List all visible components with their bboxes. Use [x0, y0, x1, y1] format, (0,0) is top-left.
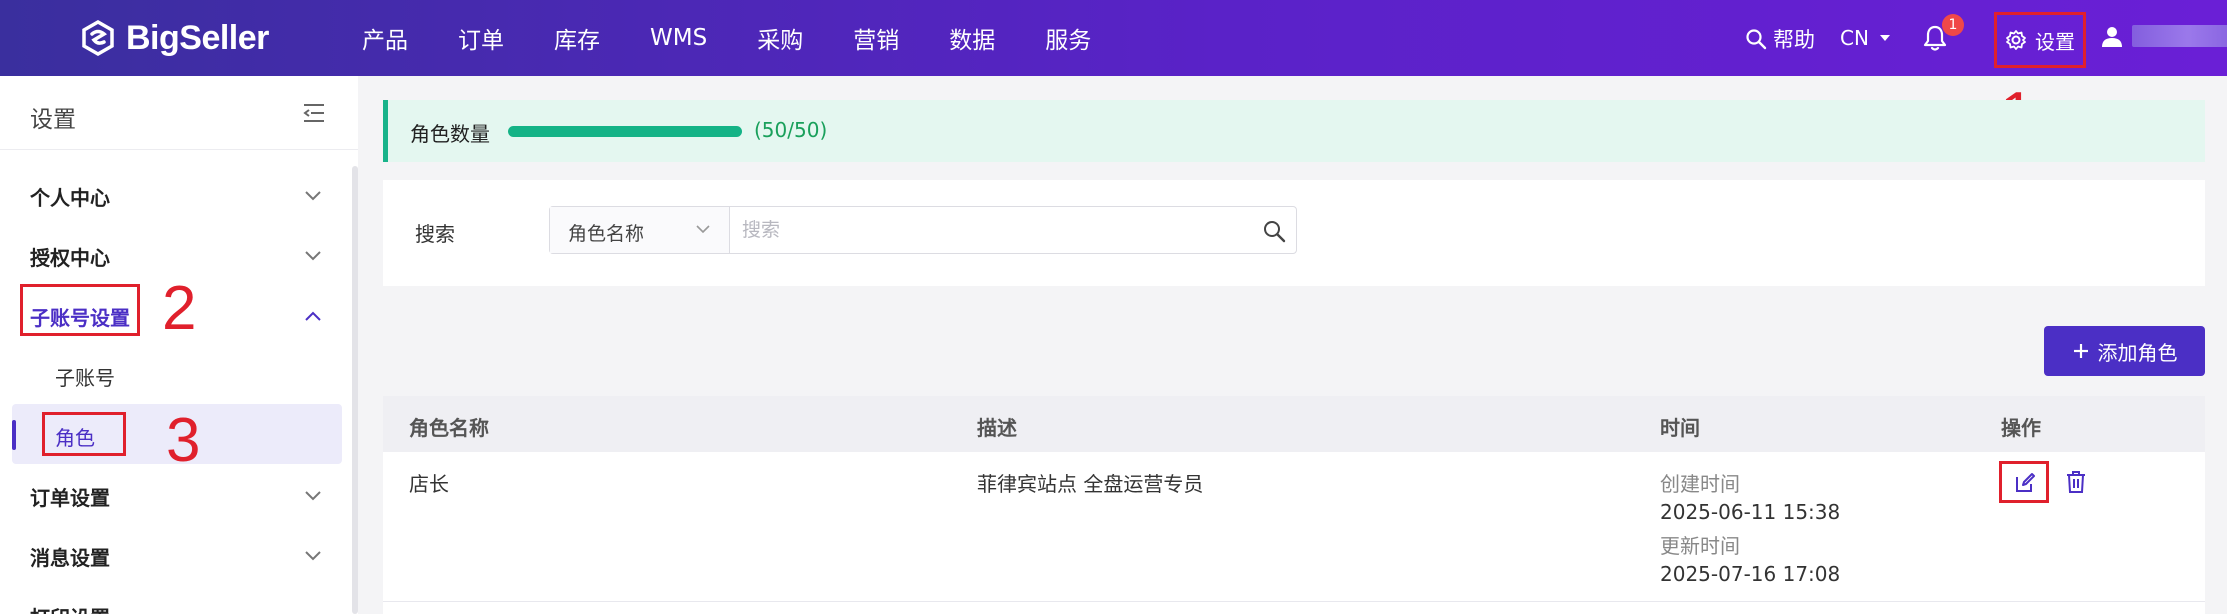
annotation-number-2: 2: [162, 274, 197, 343]
trash-icon[interactable]: [2065, 470, 2087, 494]
nav-services[interactable]: 服务: [1045, 21, 1091, 55]
quota-count: (50/50): [754, 118, 828, 142]
chevron-down-icon: [305, 191, 321, 201]
username-redacted: [2132, 25, 2227, 47]
quota-label: 角色数量: [410, 122, 490, 146]
settings-sidebar: 设置 个人中心 授权中心 子账号设置 2 子账号 角色 3 订单设置 消息设置 …: [0, 76, 358, 614]
nav-data[interactable]: 数据: [949, 21, 995, 55]
nav-wms[interactable]: WMS: [650, 25, 707, 51]
plus-icon: [2073, 344, 2088, 358]
nav-purchase[interactable]: 采购: [757, 21, 803, 55]
help-link[interactable]: 帮助: [1745, 24, 1815, 54]
nav-products[interactable]: 产品: [362, 21, 408, 55]
annotation-number-3: 3: [166, 406, 201, 475]
chevron-up-icon: [305, 311, 321, 321]
sidebar-item-order-settings[interactable]: 订单设置: [30, 482, 110, 511]
row-divider: [383, 601, 2205, 602]
column-header-actions: 操作: [2001, 416, 2041, 440]
bigseller-logo-icon: [82, 20, 114, 56]
settings-label: 设置: [2035, 29, 2075, 54]
chevron-down-icon: [305, 551, 321, 561]
nav-marketing[interactable]: 营销: [853, 21, 899, 55]
role-description-cell: 菲律宾站点 全盘运营专员: [977, 472, 1204, 496]
brand-name: BigSeller: [126, 18, 269, 57]
updated-time-label: 更新时间: [1660, 534, 1740, 558]
sidebar-item-personal-center[interactable]: 个人中心: [30, 182, 110, 211]
language-selector[interactable]: CN: [1840, 26, 1891, 50]
settings-button[interactable]: 设置: [1994, 12, 2086, 68]
edit-role-button[interactable]: [1999, 461, 2049, 503]
sidebar-item-message-settings[interactable]: 消息设置: [30, 542, 110, 571]
help-label: 帮助: [1773, 28, 1815, 52]
add-role-button[interactable]: 添加角色: [2044, 326, 2205, 376]
quota-progress-fill: [508, 126, 742, 137]
notification-badge: 1: [1942, 14, 1964, 36]
annotation-box-2: [20, 284, 140, 336]
created-time-label: 创建时间: [1660, 472, 1740, 496]
sidebar-divider: [0, 149, 358, 150]
nav-orders[interactable]: 订单: [458, 21, 504, 55]
language-label: CN: [1840, 26, 1869, 50]
top-navigation-bar: BigSeller 产品 订单 库存 WMS 采购 营销 数据 服务 帮助 CN…: [0, 0, 2227, 76]
table-header: 角色名称 描述 时间 操作: [383, 396, 2205, 452]
gear-icon: [2006, 30, 2026, 50]
nav-inventory[interactable]: 库存: [554, 21, 600, 55]
column-header-description: 描述: [977, 416, 1017, 440]
role-name-cell: 店长: [409, 472, 449, 496]
sidebar-scrollbar[interactable]: [352, 166, 358, 614]
sidebar-item-authorization-center[interactable]: 授权中心: [30, 242, 110, 271]
collapse-menu-icon[interactable]: [302, 102, 326, 124]
search-label: 搜索: [415, 222, 455, 246]
quota-progress-track: [508, 126, 742, 137]
user-menu[interactable]: [2100, 24, 2227, 48]
bigseller-logo[interactable]: BigSeller: [80, 18, 269, 58]
chevron-down-icon: [305, 251, 321, 261]
search-box: 角色名称: [549, 206, 1297, 254]
search-input[interactable]: [742, 215, 1242, 245]
main-nav: 产品 订单 库存 WMS 采购 营销 数据 服务: [362, 0, 1141, 76]
role-quota-bar: 角色数量 (50/50): [383, 100, 2205, 162]
sidebar-active-indicator: [12, 420, 16, 450]
caret-down-icon: [1879, 35, 1890, 41]
created-time-value: 2025-06-11 15:38: [1660, 500, 1841, 524]
search-field-value: 角色名称: [568, 223, 645, 245]
search-icon[interactable]: [1262, 219, 1286, 243]
chevron-down-icon: [305, 491, 321, 501]
search-panel: 搜索 角色名称: [383, 180, 2205, 286]
search-icon: [1746, 29, 1767, 50]
search-field-select[interactable]: 角色名称: [550, 207, 730, 253]
sidebar-title: 设置: [30, 107, 76, 133]
user-icon: [2102, 27, 2122, 47]
add-role-label: 添加角色: [2097, 340, 2178, 365]
sidebar-subitem-subaccount[interactable]: 子账号: [55, 362, 115, 391]
column-header-role-name: 角色名称: [409, 416, 489, 440]
roles-table: 角色名称 描述 时间 操作 店长 菲律宾站点 全盘运营专员 创建时间 2025-…: [383, 396, 2205, 614]
annotation-box-3: [42, 412, 126, 456]
updated-time-value: 2025-07-16 17:08: [1660, 562, 1841, 586]
sidebar-item-print-settings[interactable]: 打印设置: [30, 602, 110, 614]
chevron-down-icon: [696, 225, 710, 234]
column-header-time: 时间: [1660, 416, 1700, 440]
edit-icon: [2016, 473, 2035, 492]
